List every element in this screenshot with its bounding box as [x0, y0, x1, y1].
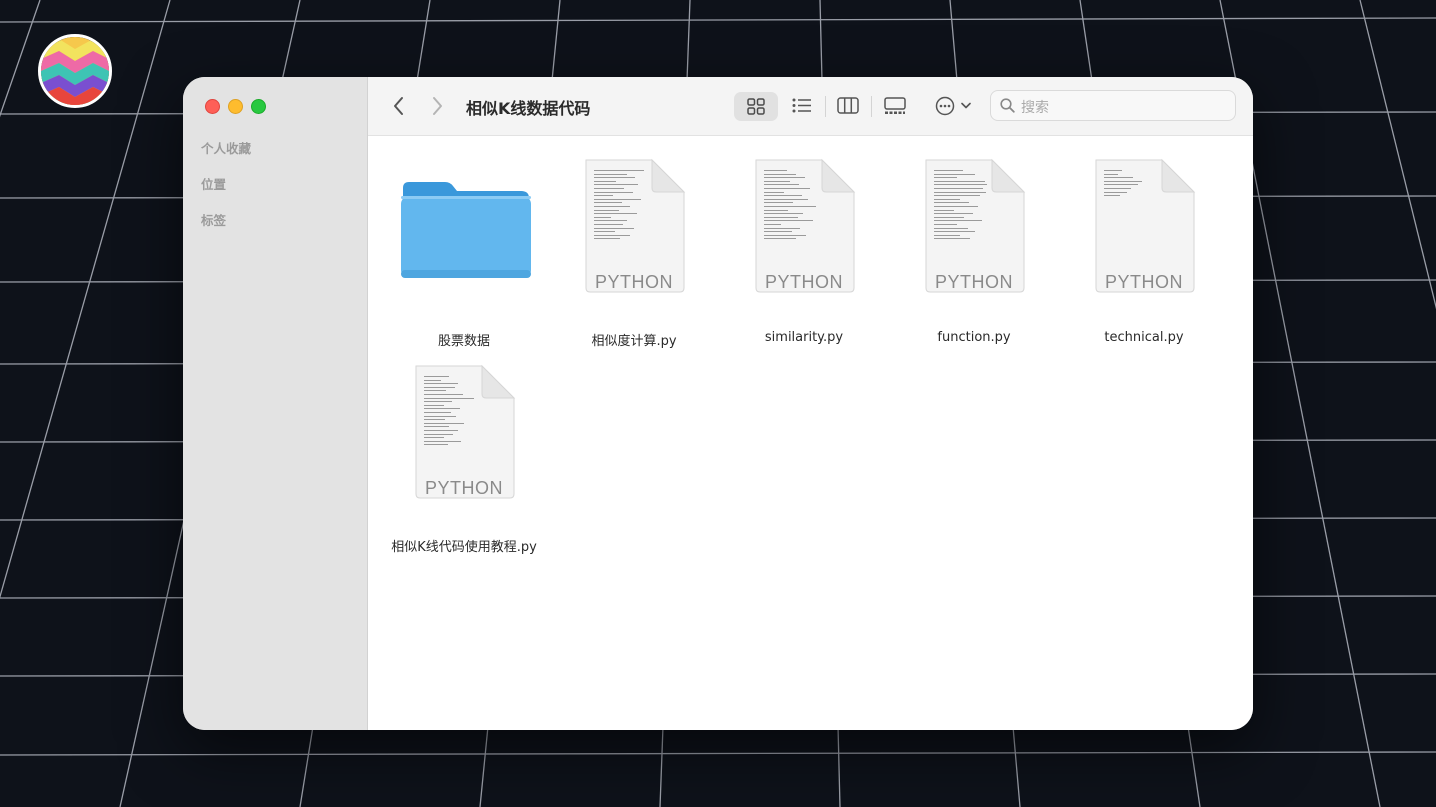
- column-view-icon[interactable]: [837, 97, 859, 114]
- file-name: technical.py: [1104, 330, 1184, 345]
- sidebar-section-favorites[interactable]: 个人收藏: [201, 138, 251, 157]
- file-grid: 股票数据 PYTHON 相似度计算.py PYTHON similarity.p…: [368, 136, 1253, 730]
- file-name: 相似度计算.py: [591, 334, 677, 349]
- forward-icon[interactable]: [430, 95, 444, 117]
- list-view-icon[interactable]: [792, 98, 812, 113]
- zoom-button[interactable]: [251, 99, 266, 114]
- file-name: 相似K线代码使用教程.py: [391, 540, 537, 555]
- window-title: 相似K线数据代码: [466, 99, 591, 118]
- toolbar-separator: [871, 96, 872, 117]
- sidebar: 个人收藏 位置 标签: [183, 77, 368, 730]
- chevron-down-icon[interactable]: [961, 102, 971, 110]
- folder-icon: [401, 182, 531, 278]
- search-placeholder: 搜索: [1021, 100, 1049, 116]
- minimize-button[interactable]: [228, 99, 243, 114]
- icon-view-button[interactable]: [734, 92, 778, 121]
- file-type-badge: PYTHON: [934, 272, 1013, 292]
- back-icon[interactable]: [392, 95, 406, 117]
- code-preview: [764, 170, 822, 242]
- grid-icon: [747, 98, 765, 115]
- sidebar-section-locations[interactable]: 位置: [201, 174, 226, 193]
- code-preview: [594, 170, 649, 242]
- toolbar-separator: [825, 96, 826, 117]
- file-name: similarity.py: [764, 330, 844, 345]
- toolbar: 相似K线数据代码 搜索: [368, 77, 1253, 136]
- file-name: function.py: [937, 330, 1011, 345]
- app-logo: [38, 34, 112, 108]
- file-type-badge: PYTHON: [594, 272, 673, 292]
- search-field[interactable]: 搜索: [990, 90, 1236, 121]
- search-icon: [1000, 98, 1015, 113]
- file-name: 股票数据: [437, 334, 490, 349]
- close-button[interactable]: [205, 99, 220, 114]
- code-preview: [1104, 170, 1149, 199]
- finder-window: 个人收藏 位置 标签 相似K线数据代码 搜索 股票数据 PYTHON 相似度计算…: [183, 77, 1253, 730]
- sidebar-section-tags[interactable]: 标签: [201, 210, 226, 229]
- code-preview: [424, 376, 480, 448]
- file-type-badge: PYTHON: [764, 272, 843, 292]
- code-preview: [934, 170, 992, 242]
- file-type-badge: PYTHON: [1104, 272, 1183, 292]
- file-type-badge: PYTHON: [424, 478, 503, 498]
- gallery-view-icon[interactable]: [884, 97, 906, 115]
- more-options-icon[interactable]: [935, 96, 955, 116]
